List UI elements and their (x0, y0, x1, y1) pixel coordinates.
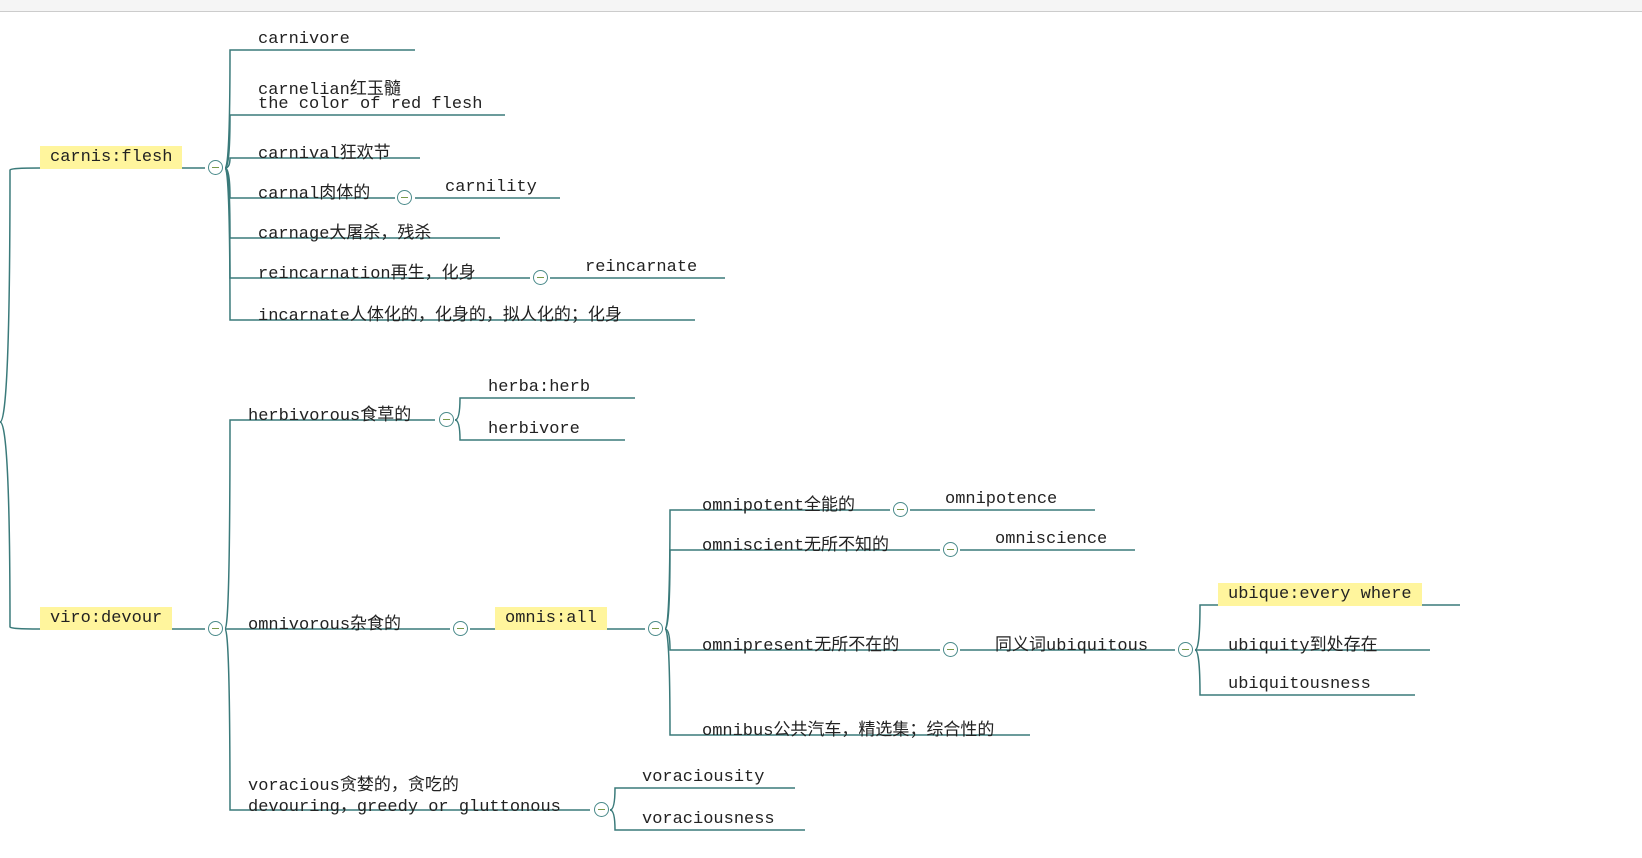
node-ubiquity[interactable]: ubiquity到处存在 (1218, 628, 1388, 658)
node-omniscience[interactable]: omniscience (985, 528, 1117, 551)
node-carnis[interactable]: carnis:flesh (40, 146, 182, 169)
collapse-icon[interactable] (453, 621, 468, 636)
collapse-icon[interactable] (1178, 642, 1193, 657)
collapse-icon[interactable] (893, 502, 908, 517)
node-omnipotence[interactable]: omnipotence (935, 488, 1067, 511)
node-omnipotent[interactable]: omnipotent全能的 (692, 488, 865, 518)
node-carnivore[interactable]: carnivore (248, 28, 360, 51)
collapse-icon[interactable] (943, 542, 958, 557)
collapse-icon[interactable] (208, 621, 223, 636)
node-reincarnate[interactable]: reincarnate (575, 256, 707, 279)
node-herba[interactable]: herba:herb (478, 376, 600, 399)
top-ruler (0, 0, 1642, 12)
node-carnival[interactable]: carnival狂欢节 (248, 136, 401, 166)
node-herbivorous[interactable]: herbivorous食草的 (238, 398, 421, 428)
node-carnelian-line2: the color of red flesh (248, 93, 492, 116)
node-omniscient[interactable]: omniscient无所不知的 (692, 528, 899, 558)
node-reincarnation[interactable]: reincarnation再生，化身 (248, 256, 486, 286)
node-voraciousness[interactable]: voraciousness (632, 808, 785, 831)
collapse-icon[interactable] (533, 270, 548, 285)
node-voracious-line2: devouring，greedy or gluttonous (238, 789, 571, 819)
node-omnis[interactable]: omnis:all (495, 607, 607, 630)
node-ubique[interactable]: ubique:every where (1218, 583, 1422, 606)
collapse-icon[interactable] (594, 802, 609, 817)
node-carnal[interactable]: carnal肉体的 (248, 176, 380, 206)
node-syn-ubiquitous[interactable]: 同义词ubiquitous (985, 628, 1158, 658)
node-herbivore[interactable]: herbivore (478, 418, 590, 441)
node-omnivorous[interactable]: omnivorous杂食的 (238, 607, 411, 637)
node-voraciousity[interactable]: voraciousity (632, 766, 774, 789)
node-omnipresent[interactable]: omnipresent无所不在的 (692, 628, 909, 658)
node-carnility[interactable]: carnility (435, 176, 547, 199)
node-ubiquitousness[interactable]: ubiquitousness (1218, 673, 1381, 696)
node-incarnate[interactable]: incarnate人体化的，化身的，拟人化的；化身 (248, 298, 632, 328)
collapse-icon[interactable] (208, 160, 223, 175)
node-omnibus[interactable]: omnibus公共汽车，精选集；综合性的 (692, 713, 1004, 743)
collapse-icon[interactable] (397, 190, 412, 205)
collapse-icon[interactable] (943, 642, 958, 657)
collapse-icon[interactable] (439, 412, 454, 427)
node-carnage[interactable]: carnage大屠杀，残杀 (248, 216, 441, 246)
collapse-icon[interactable] (648, 621, 663, 636)
node-viro[interactable]: viro:devour (40, 607, 172, 630)
